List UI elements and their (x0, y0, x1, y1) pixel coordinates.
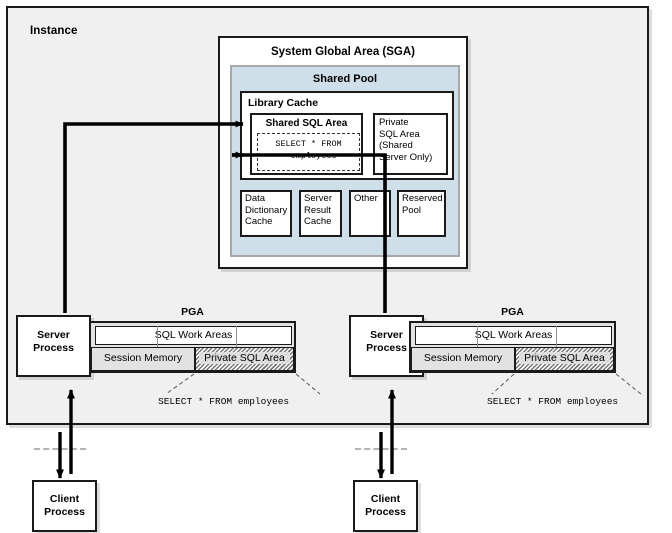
private-sql-area-right-label: Private SQL Area (519, 352, 610, 364)
pga-left: PGA SQL Work Areas Session Memory Privat… (89, 306, 296, 373)
callout-caption-right: SELECT * FROM employees (487, 396, 619, 407)
session-memory-right-label: Session Memory (423, 352, 503, 364)
network-boundary-right (355, 448, 407, 450)
other-box: Other (349, 190, 391, 237)
server-result-cache-box: Server Result Cache (299, 190, 342, 237)
sga-container: System Global Area (SGA) Shared Pool Lib… (218, 36, 468, 269)
server-process-left-label: Server Process (33, 329, 74, 354)
diagram-canvas: Instance System Global Area (SGA) Shared… (0, 0, 672, 533)
session-memory-right: Session Memory (411, 347, 515, 371)
private-sql-area-shared-server-box: Private SQL Area (Shared Server Only) (373, 113, 448, 175)
private-sql-area-left-label: Private SQL Area (199, 352, 290, 364)
data-dictionary-cache-label: Data Dictionary Cache (245, 193, 288, 227)
other-label: Other (354, 193, 378, 204)
shared-sql-area-title: Shared SQL Area (265, 118, 348, 129)
private-sql-area-shared-server-label: Private SQL Area (Shared Server Only) (379, 117, 433, 163)
shared-sql-text-box: SELECT * FROM employees (257, 133, 360, 171)
pga-left-tick-1 (157, 326, 158, 347)
pga-right-tick-2 (556, 326, 557, 347)
data-dictionary-cache-box: Data Dictionary Cache (240, 190, 292, 237)
network-boundary-left (34, 448, 86, 450)
client-process-right: Client Process (353, 480, 418, 532)
pga-left-body: SQL Work Areas Session Memory Private SQ… (89, 321, 296, 373)
server-process-left: Server Process (16, 315, 91, 377)
sql-work-areas-right: SQL Work Areas (415, 326, 612, 345)
shared-pool-container: Shared Pool Library Cache Shared SQL Are… (230, 65, 460, 257)
pga-right: PGA SQL Work Areas Session Memory Privat… (409, 306, 616, 373)
server-result-cache-label: Server Result Cache (304, 193, 332, 227)
instance-label: Instance (30, 25, 78, 37)
session-memory-left: Session Memory (91, 347, 195, 371)
shared-pool-title: Shared Pool (312, 73, 378, 85)
sql-work-areas-left: SQL Work Areas (95, 326, 292, 345)
client-process-right-label: Client Process (365, 493, 406, 518)
sga-title: System Global Area (SGA) (270, 46, 415, 58)
private-sql-area-left: Private SQL Area (195, 347, 294, 371)
pga-right-tick-1 (477, 326, 478, 347)
pga-left-tick-2 (236, 326, 237, 347)
library-cache-title: Library Cache (248, 97, 319, 109)
client-process-left: Client Process (32, 480, 97, 532)
private-sql-area-right: Private SQL Area (515, 347, 614, 371)
client-process-left-label: Client Process (44, 493, 85, 518)
pga-right-body: SQL Work Areas Session Memory Private SQ… (409, 321, 616, 373)
reserved-pool-box: Reserved Pool (397, 190, 446, 237)
reserved-pool-label: Reserved Pool (402, 193, 443, 216)
pga-left-title: PGA (181, 306, 204, 318)
sql-work-areas-left-label: SQL Work Areas (154, 329, 233, 341)
sql-work-areas-right-label: SQL Work Areas (474, 329, 553, 341)
shared-sql-text: SELECT * FROM employees (275, 139, 342, 161)
shared-sql-area-box: Shared SQL Area SELECT * FROM employees (250, 113, 363, 175)
callout-caption-left: SELECT * FROM employees (158, 396, 290, 407)
library-cache-container: Library Cache Shared SQL Area SELECT * F… (240, 91, 454, 180)
session-memory-left-label: Session Memory (103, 352, 183, 364)
pga-right-title: PGA (501, 306, 524, 318)
